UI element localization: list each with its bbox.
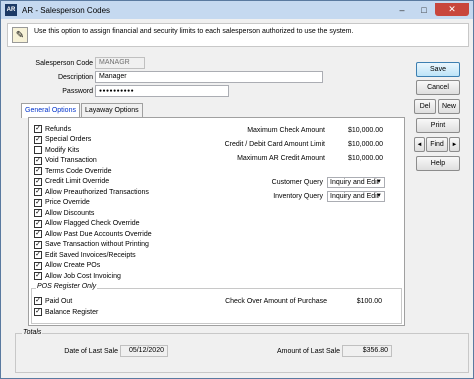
option-allow-create-pos[interactable]: ✓ Allow Create POs xyxy=(34,261,100,271)
check-over-amount-value[interactable]: $100.00 xyxy=(332,298,382,305)
checkbox[interactable]: ✓ xyxy=(34,240,42,249)
checkbox[interactable]: ✓ xyxy=(34,219,42,228)
previous-button[interactable]: ◄ xyxy=(414,137,425,152)
delete-button[interactable]: Del xyxy=(414,99,436,114)
checkbox[interactable]: ✓ xyxy=(34,156,42,165)
max-check-amount-label: Maximum Check Amount xyxy=(247,127,325,134)
checkbox[interactable]: ✓ xyxy=(34,297,42,305)
find-button[interactable]: Find xyxy=(426,137,448,152)
tab-layaway-options[interactable]: Layaway Options xyxy=(80,103,143,117)
check-over-amount-label: Check Over Amount of Purchase xyxy=(225,298,327,305)
cancel-button[interactable]: Cancel xyxy=(416,80,460,95)
tab-general-options[interactable]: General Options xyxy=(21,103,80,118)
option-credit-limit-override[interactable]: ✓ Credit Limit Override xyxy=(34,177,109,187)
checkbox[interactable]: ✓ xyxy=(34,308,42,316)
chevron-down-icon: ▼ xyxy=(376,193,382,199)
salesperson-code-field: MANAGR xyxy=(95,57,145,69)
salesperson-codes-window: AR AR - Salesperson Codes – □ ✕ ✎ Use th… xyxy=(0,0,474,379)
general-options-panel: ✓ Refunds ✓ Special Orders Modify Kits ✓ Vo… xyxy=(28,117,405,326)
close-button[interactable]: ✕ xyxy=(435,3,469,16)
option-preauthorized-transactions[interactable]: ✓ Allow Preauthorized Transactions xyxy=(34,187,149,197)
chevron-down-icon: ▼ xyxy=(376,179,382,185)
save-button[interactable]: Save xyxy=(416,62,460,77)
option-modify-kits[interactable]: Modify Kits xyxy=(34,145,79,155)
customer-query-select[interactable]: Inquiry and Edit ▼ xyxy=(327,177,385,188)
pos-register-title: POS Register Only xyxy=(36,283,98,290)
checkbox[interactable]: ✓ xyxy=(34,125,42,133)
info-text: Use this option to assign financial and … xyxy=(34,27,354,35)
checkbox[interactable]: ✓ xyxy=(34,261,42,270)
checkbox[interactable]: ✓ xyxy=(34,230,42,238)
option-save-without-printing[interactable]: ✓ Save Transaction without Printing xyxy=(34,240,149,250)
option-refunds[interactable]: ✓ Refunds xyxy=(34,124,71,134)
app-icon: AR xyxy=(5,4,17,16)
checkbox[interactable]: ✓ xyxy=(34,251,42,259)
card-amount-limit-value[interactable]: $10,000.00 xyxy=(329,141,383,148)
checkbox[interactable]: ✓ xyxy=(34,167,42,175)
max-ar-credit-label: Maximum AR Credit Amount xyxy=(237,155,325,162)
option-flagged-check-override[interactable]: ✓ Allow Flagged Check Override xyxy=(34,219,140,229)
inventory-query-select[interactable]: Inquiry and Edit ▼ xyxy=(327,191,385,202)
checkbox[interactable]: ✓ xyxy=(34,188,42,196)
card-amount-limit-label: Credit / Debit Card Amount Limit xyxy=(224,141,325,148)
max-check-amount-value[interactable]: $10,000.00 xyxy=(329,127,383,134)
checkbox[interactable]: ✓ xyxy=(34,177,42,186)
option-price-override[interactable]: ✓ Price Override xyxy=(34,198,90,208)
option-edit-saved-invoices[interactable]: ✓ Edit Saved Invoices/Receipts xyxy=(34,250,136,260)
salesperson-code-label: Salesperson Code xyxy=(35,60,93,67)
option-paid-out[interactable]: ✓ Paid Out xyxy=(34,296,72,306)
window-title: AR - Salesperson Codes xyxy=(22,5,111,15)
checkbox[interactable]: ✓ xyxy=(34,135,42,144)
print-button[interactable]: Print xyxy=(416,118,460,133)
minimize-button[interactable]: – xyxy=(391,3,413,16)
amount-of-last-sale-label: Amount of Last Sale xyxy=(276,348,340,355)
date-of-last-sale-label: Date of Last Sale xyxy=(64,348,118,355)
option-terms-code-override[interactable]: ✓ Terms Code Override xyxy=(34,166,112,176)
option-special-orders[interactable]: ✓ Special Orders xyxy=(34,135,91,145)
inventory-query-label: Inventory Query xyxy=(273,193,323,200)
help-button[interactable]: Help xyxy=(416,156,460,171)
checkbox[interactable] xyxy=(34,146,42,154)
checkbox[interactable]: ✓ xyxy=(34,198,42,207)
description-label: Description xyxy=(57,74,93,81)
option-balance-register[interactable]: ✓ Balance Register xyxy=(34,307,98,317)
checkbox[interactable]: ✓ xyxy=(34,272,42,280)
next-button[interactable]: ► xyxy=(449,137,460,152)
info-banner: ✎ Use this option to assign financial an… xyxy=(7,23,469,47)
customer-query-label: Customer Query xyxy=(271,179,323,186)
tab-strip: General Options Layaway Options xyxy=(21,103,144,118)
description-field[interactable]: Manager xyxy=(95,71,323,83)
option-void-transaction[interactable]: ✓ Void Transaction xyxy=(34,156,97,166)
option-job-cost-invoicing[interactable]: ✓ Allow Job Cost Invoicing xyxy=(34,271,121,281)
info-icon: ✎ xyxy=(12,27,28,43)
totals-title: Totals xyxy=(22,329,43,336)
option-past-due-override[interactable]: ✓ Allow Past Due Accounts Override xyxy=(34,229,152,239)
title-bar[interactable]: AR AR - Salesperson Codes – □ ✕ xyxy=(1,1,473,19)
new-button[interactable]: New xyxy=(438,99,460,114)
checkbox[interactable]: ✓ xyxy=(34,209,42,217)
option-allow-discounts[interactable]: ✓ Allow Discounts xyxy=(34,208,94,218)
date-of-last-sale-value: 05/12/2020 xyxy=(120,345,168,357)
amount-of-last-sale-value: $356.80 xyxy=(342,345,392,357)
totals-group: Totals Date of Last Sale 05/12/2020 Amou… xyxy=(15,329,469,373)
password-label: Password xyxy=(62,88,93,95)
maximize-button[interactable]: □ xyxy=(413,3,435,16)
pos-register-group: POS Register Only ✓ Paid Out ✓ Balance Reg… xyxy=(31,283,402,324)
password-field[interactable]: ●●●●●●●●●● xyxy=(95,85,229,97)
max-ar-credit-value[interactable]: $10,000.00 xyxy=(329,155,383,162)
